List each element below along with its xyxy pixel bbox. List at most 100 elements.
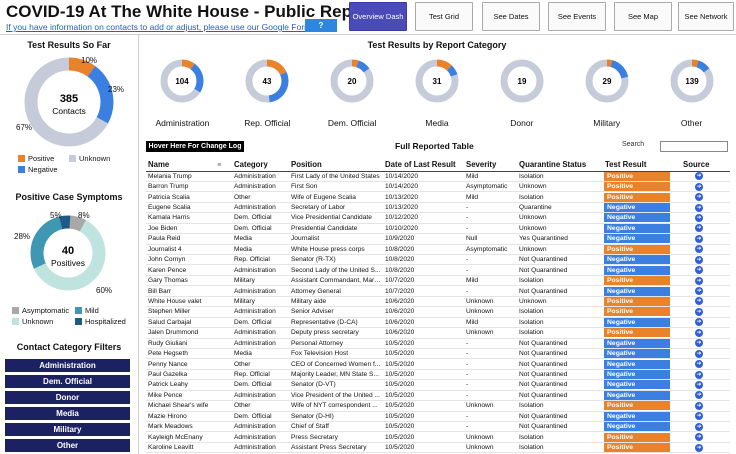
nav-see-events-button[interactable]: See Events <box>548 2 606 31</box>
table-title: Full Reported Table <box>395 141 474 151</box>
category-donut-donor[interactable]: 19 <box>499 58 545 109</box>
table-row[interactable]: John Cornyn Rep. Official Senator (R-TX) 10… <box>146 254 730 266</box>
source-link-icon[interactable]: ➜ <box>695 412 703 421</box>
source-link-icon[interactable]: ➜ <box>695 360 703 369</box>
severity-cell: Asymptomatic <box>464 244 517 256</box>
source-link-icon[interactable]: ➜ <box>695 224 703 233</box>
source-link-icon[interactable]: ➜ <box>695 245 703 254</box>
table-row[interactable]: Patricia Scalia Other Wife of Eugene Scali… <box>146 191 730 203</box>
table-row[interactable]: Bill Barr Administration Attorney General 1… <box>146 285 730 297</box>
source-link-icon[interactable]: ➜ <box>695 203 703 212</box>
change-log-button[interactable]: Hover Here For Change Log <box>146 141 244 152</box>
filter-other-button[interactable]: Other <box>5 439 130 452</box>
category-donut-rep-official[interactable]: 43 <box>244 58 290 109</box>
table-row[interactable]: Kayleigh McEnany Administration Press Secr… <box>146 431 730 443</box>
source-link-icon[interactable]: ➜ <box>695 433 703 442</box>
filter-media-button[interactable]: Media <box>5 407 130 420</box>
filter-dem-official-button[interactable]: Dem. Official <box>5 375 130 388</box>
category-label: Administration <box>155 118 210 128</box>
category-donut-administration[interactable]: 104 <box>159 58 205 109</box>
source-link-icon[interactable]: ➜ <box>695 391 703 400</box>
filter-donor-button[interactable]: Donor <box>5 391 130 404</box>
quarantine-cell: Not Quarantined <box>517 379 603 391</box>
table-row[interactable]: Joe Biden Dem. Official Presidential Candi… <box>146 223 730 235</box>
table-row[interactable]: Mike Pence Administration Vice President o… <box>146 390 730 402</box>
source-link-icon[interactable]: ➜ <box>695 349 703 358</box>
source-link-icon[interactable]: ➜ <box>695 401 703 410</box>
table-row[interactable]: Michael Shear's wife Other Wife of NYT cor… <box>146 400 730 412</box>
category-donut-military[interactable]: 29 <box>584 58 630 109</box>
legend-hospitalized: Hospitalized <box>75 317 126 326</box>
column-header-quarantine[interactable]: Quarantine Status <box>517 158 603 172</box>
column-header-position[interactable]: Position <box>289 158 383 172</box>
source-link-icon[interactable]: ➜ <box>695 182 703 191</box>
column-header-date[interactable]: Date of Last Result <box>383 158 464 172</box>
source-link-icon[interactable]: ➜ <box>695 276 703 285</box>
source-link-icon[interactable]: ➜ <box>695 318 703 327</box>
column-header-source[interactable]: Source <box>673 158 730 172</box>
table-row[interactable]: Stephen Miller Administration Senior Advis… <box>146 306 730 318</box>
table-row[interactable]: Jalen Drummond Administration Deputy press… <box>146 327 730 339</box>
name-cell: Stephen Miller <box>146 306 232 318</box>
table-row[interactable]: Paul Gazelka Rep. Official Majority Leader… <box>146 369 730 381</box>
nav-overview-dash-button[interactable]: Overview Dash <box>349 2 407 31</box>
category-cell: Administration <box>232 181 289 193</box>
source-link-icon[interactable]: ➜ <box>695 234 703 243</box>
nav-see-map-button[interactable]: See Map <box>614 2 672 31</box>
source-link-icon[interactable]: ➜ <box>695 172 703 181</box>
test-result-cell: Negative <box>603 233 673 245</box>
column-header-test-result[interactable]: Test Result <box>603 158 673 172</box>
source-link-icon[interactable]: ➜ <box>695 255 703 264</box>
table-row[interactable]: Karen Pence Administration Second Lady of … <box>146 264 730 276</box>
table-row[interactable]: Penny Nance Other CEO of Concerned Women f… <box>146 358 730 370</box>
source-link-icon[interactable]: ➜ <box>695 213 703 222</box>
column-header-severity[interactable]: Severity <box>464 158 517 172</box>
search-input[interactable] <box>660 141 728 152</box>
name-cell: Penny Nance <box>146 358 232 370</box>
test-result-badge: Positive <box>604 192 670 202</box>
table-row[interactable]: Paula Reid Media Journalist 10/9/2020 Null Ye… <box>146 233 730 245</box>
table-row[interactable]: Mazie Hirono Dem. Official Senator (D-HI) 1… <box>146 411 730 423</box>
table-row[interactable]: Gary Thomas Military Assistant Commandant,… <box>146 275 730 287</box>
position-cell: Secretary of Labor <box>289 202 383 214</box>
table-row[interactable]: Rudy Giuliani Administration Personal Atto… <box>146 338 730 349</box>
filter-military-button[interactable]: Military <box>5 423 130 436</box>
source-link-icon[interactable]: ➜ <box>695 287 703 296</box>
severity-cell: - <box>464 390 517 402</box>
google-form-link[interactable]: If you have information on contacts to a… <box>6 22 311 32</box>
table-row[interactable]: Barron Trump Administration First Son 10/14… <box>146 181 730 193</box>
column-header-category[interactable]: Category <box>232 158 289 172</box>
table-row[interactable]: Mark Meadows Administration Chief of Staff… <box>146 421 730 433</box>
source-link-icon[interactable]: ➜ <box>695 307 703 316</box>
test-result-cell: Positive <box>603 296 673 308</box>
source-link-icon[interactable]: ➜ <box>695 297 703 306</box>
source-link-icon[interactable]: ➜ <box>695 339 703 348</box>
table-row[interactable]: Kamala Harris Dem. Official Vice President… <box>146 212 730 224</box>
table-row[interactable]: Journalist 4 Media White House press corps… <box>146 244 730 256</box>
category-donut-dem-official[interactable]: 20 <box>329 58 375 109</box>
source-link-icon[interactable]: ➜ <box>695 370 703 379</box>
table-row[interactable]: Salud Carbajal Dem. Official Representativ… <box>146 317 730 329</box>
filter-administration-button[interactable]: Administration <box>5 359 130 372</box>
category-donut-other[interactable]: 139 <box>669 58 715 109</box>
nav-test-grid-button[interactable]: Test Grid <box>415 2 473 31</box>
source-link-icon[interactable]: ➜ <box>695 266 703 275</box>
nav-see-network-button[interactable]: See Network <box>678 2 734 31</box>
source-link-icon[interactable]: ➜ <box>695 328 703 337</box>
nav-see-dates-button[interactable]: See Dates <box>482 2 540 31</box>
source-link-icon[interactable]: ➜ <box>695 193 703 202</box>
source-link-icon[interactable]: ➜ <box>695 443 703 452</box>
source-link-icon[interactable]: ➜ <box>695 380 703 389</box>
table-row[interactable]: Pete Hegseth Media Fox Television Host 10/5… <box>146 348 730 360</box>
source-link-icon[interactable]: ➜ <box>695 422 703 431</box>
table-row[interactable]: Karoline Leavitt Administration Assistant … <box>146 442 730 454</box>
table-row[interactable]: White House valet Military Military aide 10… <box>146 296 730 308</box>
table-row[interactable]: Patrick Leahy Dem. Official Senator (D-VT)… <box>146 379 730 391</box>
help-button[interactable]: ? <box>305 19 337 32</box>
table-row[interactable]: Eugene Scalia Administration Secretary of … <box>146 202 730 214</box>
category-donut-media[interactable]: 31 <box>414 58 460 109</box>
column-header-name[interactable]: Name ≡ <box>146 158 232 172</box>
sort-icon[interactable]: ≡ <box>217 162 221 169</box>
name-cell: Bill Barr <box>146 285 232 297</box>
table-row[interactable]: Melania Trump Administration First Lady of… <box>146 171 730 182</box>
